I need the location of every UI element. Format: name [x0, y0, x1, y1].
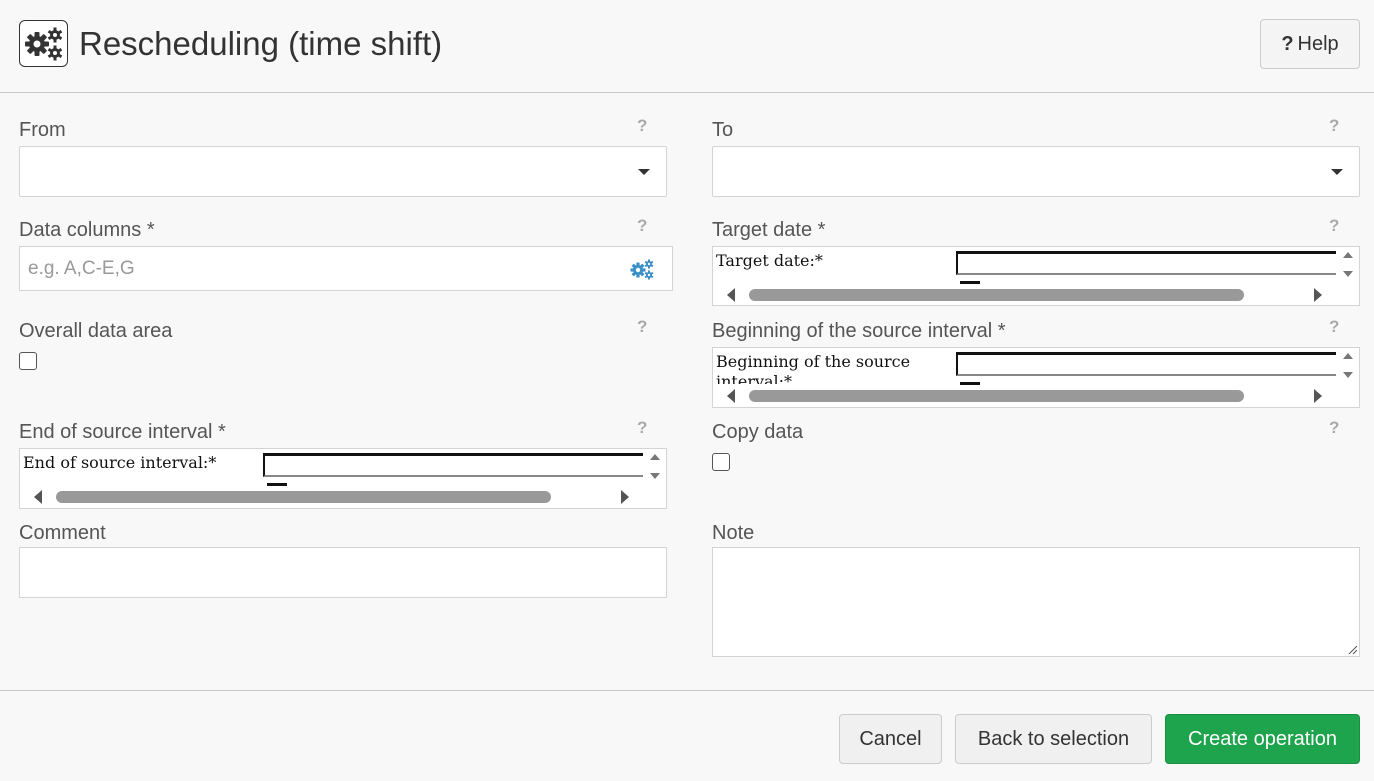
chevron-down-icon [1331, 169, 1343, 175]
copy-data-checkbox[interactable] [712, 453, 730, 471]
text-cursor [267, 483, 287, 486]
page-header: Rescheduling (time shift) ? Help [0, 0, 1374, 93]
to-select[interactable] [712, 146, 1360, 197]
column-picker-button[interactable] [612, 246, 673, 291]
end-source-widget-label: End of source interval:* [23, 453, 217, 472]
to-help-icon[interactable]: ? [1329, 116, 1339, 136]
comment-label: Comment [19, 522, 106, 544]
beginning-source-widget[interactable]: Beginning of the source interval:* [712, 347, 1360, 408]
end-source-help-icon[interactable]: ? [637, 418, 647, 438]
spin-up-icon[interactable] [650, 454, 660, 460]
spin-down-icon[interactable] [650, 473, 660, 479]
help-button-label: Help [1297, 32, 1339, 55]
data-columns-input[interactable] [19, 246, 613, 291]
data-columns-label: Data columns * [19, 219, 155, 241]
footer-divider [0, 690, 1374, 691]
spin-up-icon[interactable] [1343, 353, 1353, 359]
gears-icon [19, 20, 68, 67]
scroll-right-icon[interactable] [621, 490, 629, 504]
help-button[interactable]: ? Help [1260, 19, 1360, 69]
spin-up-icon[interactable] [1343, 252, 1353, 258]
text-cursor [960, 281, 980, 284]
scroll-right-icon[interactable] [1314, 288, 1322, 302]
target-date-help-icon[interactable]: ? [1329, 216, 1339, 236]
create-operation-button[interactable]: Create operation [1165, 714, 1360, 764]
to-label: To [712, 119, 734, 141]
scroll-left-icon[interactable] [727, 288, 735, 302]
end-source-widget[interactable]: End of source interval:* [19, 448, 667, 509]
copy-data-help-icon[interactable]: ? [1329, 418, 1339, 438]
overall-data-area-help-icon[interactable]: ? [637, 317, 647, 337]
resize-handle-icon[interactable] [1347, 644, 1357, 654]
spin-down-icon[interactable] [1343, 372, 1353, 378]
horizontal-scrollbar[interactable] [749, 289, 1244, 301]
beginning-source-widget-label: Beginning of the source interval:* [716, 352, 911, 384]
from-help-icon[interactable]: ? [637, 116, 647, 136]
note-textarea[interactable] [712, 547, 1360, 657]
text-cursor [960, 382, 980, 385]
target-date-label: Target date * [712, 219, 826, 241]
beginning-source-help-icon[interactable]: ? [1329, 317, 1339, 337]
target-date-widget[interactable]: Target date:* [712, 246, 1360, 306]
overall-data-area-label: Overall data area [19, 320, 173, 342]
page-title: Rescheduling (time shift) [79, 25, 443, 62]
scroll-left-icon[interactable] [34, 490, 42, 504]
help-icon: ? [1281, 32, 1294, 55]
target-date-widget-label: Target date:* [716, 251, 823, 270]
overall-data-area-checkbox[interactable] [19, 352, 37, 370]
beginning-source-label: Beginning of the source interval * [712, 320, 1006, 342]
data-columns-help-icon[interactable]: ? [637, 216, 647, 236]
end-source-label: End of source interval * [19, 421, 226, 443]
comment-input[interactable] [19, 547, 667, 598]
chevron-down-icon [638, 169, 650, 175]
from-select[interactable] [19, 146, 667, 197]
target-date-field[interactable] [956, 251, 1336, 275]
copy-data-label: Copy data [712, 421, 804, 443]
gears-icon [630, 259, 654, 279]
scroll-left-icon[interactable] [727, 389, 735, 403]
from-label: From [19, 119, 66, 141]
beginning-source-field[interactable] [956, 352, 1336, 376]
back-to-selection-button[interactable]: Back to selection [955, 714, 1152, 764]
cancel-button[interactable]: Cancel [839, 714, 942, 764]
spin-down-icon[interactable] [1343, 271, 1353, 277]
end-source-field[interactable] [263, 453, 643, 477]
note-label: Note [712, 522, 755, 544]
horizontal-scrollbar[interactable] [56, 491, 551, 503]
horizontal-scrollbar[interactable] [749, 390, 1244, 402]
scroll-right-icon[interactable] [1314, 389, 1322, 403]
